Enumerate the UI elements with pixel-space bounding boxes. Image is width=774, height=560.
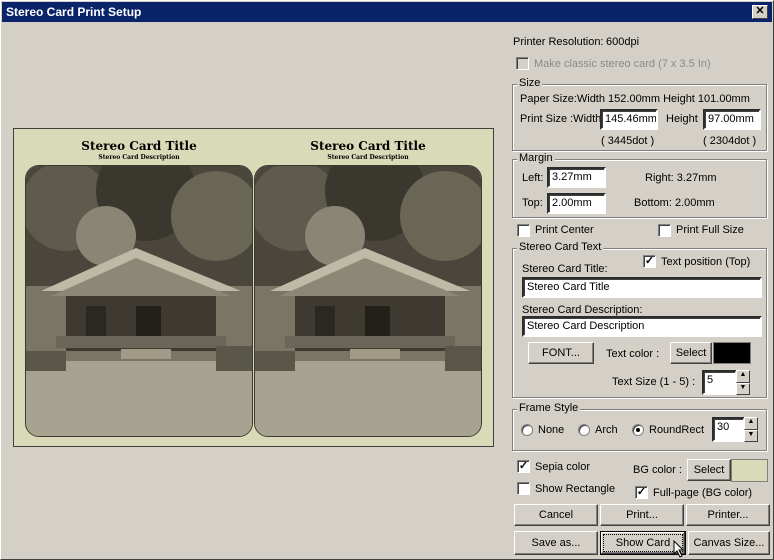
preview-title-right: Stereo Card Title [310,139,426,153]
height-dots: ( 2304dot ) [703,135,757,147]
text-position-checkbox[interactable]: ✓ [643,255,656,268]
sepia-label: Sepia color [535,461,591,473]
height-label: Height [666,113,698,125]
width-dots: ( 3445dot ) [601,135,655,147]
text-position-label: Text position (Top) [661,256,751,268]
print-center-checkbox[interactable] [517,224,530,237]
bg-color-swatch [731,459,768,482]
bg-color-select-button[interactable]: Select [687,459,731,481]
text-color-swatch [713,342,751,364]
printer-resolution-value: 600dpi [606,36,640,48]
printer-button[interactable]: Printer... [686,504,770,526]
card-desc-input[interactable]: Stereo Card Description [522,316,762,337]
cancel-button[interactable]: Cancel [514,504,598,526]
frame-none-label: None [538,424,565,436]
frame-arch-label: Arch [595,424,618,436]
show-rectangle-label: Show Rectangle [535,483,616,495]
classic-card-checkbox[interactable] [516,57,529,70]
card-text-group-title: Stereo Card Text [517,241,604,253]
paper-size-text: Paper Size:Width 152.00mm Height 101.00m… [520,93,750,105]
bg-color-label: BG color : [633,464,682,476]
full-page-checkbox[interactable]: ✓ [635,486,648,499]
show-rectangle-checkbox[interactable] [517,482,530,495]
mouse-cursor-icon [673,540,685,558]
card-desc-label: Stereo Card Description: [522,304,643,316]
spin-up-icon[interactable]: ▲ [744,417,758,430]
frame-roundrect-radio[interactable] [632,424,644,436]
spin-down-icon[interactable]: ▼ [744,429,758,442]
margin-top-label: Top: [522,197,543,209]
frame-roundrect-label: RoundRect [649,424,705,436]
text-size-spinner[interactable]: ▲ ▼ [736,370,750,395]
margin-top-input[interactable]: 2.00mm [547,193,606,214]
text-size-label: Text Size (1 - 5) : [612,376,696,388]
text-color-select-button[interactable]: Select [670,342,712,364]
full-page-label: Full-page (BG color) [653,487,753,499]
font-button[interactable]: FONT... [528,342,594,364]
spin-up-icon[interactable]: ▲ [736,370,750,383]
preview-desc-right: Stereo Card Description [327,154,409,161]
print-full-size-checkbox[interactable] [658,224,671,237]
margin-right-text: Right: 3.27mm [645,172,717,184]
preview-desc-left: Stereo Card Description [98,154,180,161]
classic-card-label: Make classic stereo card (7 x 3.5 In) [534,58,711,70]
window-title: Stereo Card Print Setup [6,5,142,19]
margin-left-input[interactable]: 3.27mm [547,167,606,188]
card-title-label: Stereo Card Title: [522,263,608,275]
print-height-input[interactable]: 97.00mm [703,109,761,130]
frame-arch-radio[interactable] [578,424,590,436]
margin-bottom-text: Bottom: 2.00mm [634,197,715,209]
print-center-label: Print Center [535,224,594,236]
printer-resolution-label: Printer Resolution: [513,36,604,48]
sepia-checkbox[interactable]: ✓ [517,460,530,473]
save-as-button[interactable]: Save as... [514,531,598,555]
text-color-label: Text color : [606,348,660,360]
frame-style-group-title: Frame Style [517,402,581,414]
frame-none-radio[interactable] [521,424,533,436]
preview-title-left: Stereo Card Title [81,139,197,153]
size-group-title: Size [517,77,543,89]
canvas-size-button[interactable]: Canvas Size... [688,531,770,555]
print-button[interactable]: Print... [600,504,684,526]
card-title-input[interactable]: Stereo Card Title [522,277,762,298]
dialog-window: Stereo Card Print Setup ✕ Stereo Card Ti… [0,0,774,560]
stereo-photo-left [25,165,253,437]
spin-down-icon[interactable]: ▼ [736,382,750,395]
stereo-photo-right [254,165,482,437]
frame-radius-input[interactable]: 30 [712,417,745,442]
print-full-size-label: Print Full Size [676,224,744,236]
close-icon[interactable]: ✕ [752,5,768,19]
margin-group-title: Margin [517,152,555,164]
text-size-input[interactable]: 5 [702,370,737,395]
card-preview: Stereo Card Title Stereo Card Descriptio… [13,128,494,447]
title-bar[interactable]: Stereo Card Print Setup ✕ [2,2,772,22]
margin-left-label: Left: [522,172,544,184]
frame-radius-spinner[interactable]: ▲ ▼ [744,417,758,442]
print-width-input[interactable]: 145.46mm [600,109,658,130]
print-width-label: Print Size :Width [520,113,602,125]
